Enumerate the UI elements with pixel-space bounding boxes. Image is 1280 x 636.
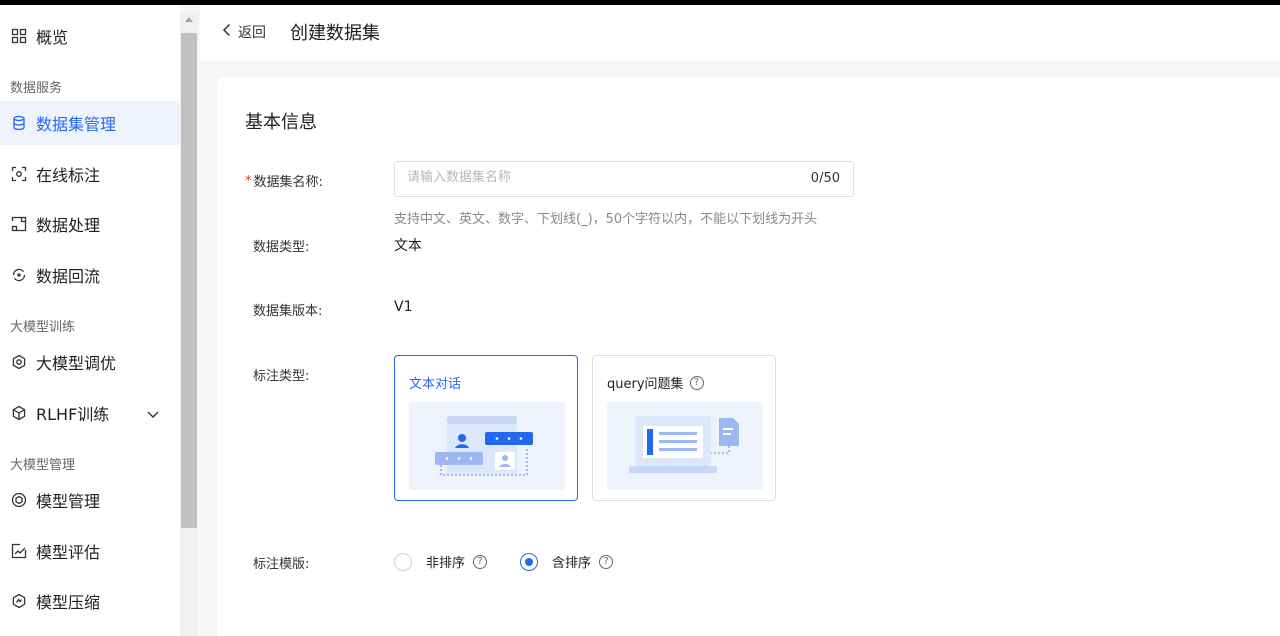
compress-icon <box>10 592 28 610</box>
dataset-name-label: * 数据集名称: <box>245 171 323 190</box>
dataset-name-hint: 支持中文、英文、数字、下划线(_)，50个字符以内，不能以下划线为开头 <box>394 212 818 227</box>
query-illustration <box>607 402 763 490</box>
sidebar-item-data-reflow[interactable]: 数据回流 <box>0 253 180 297</box>
section-llm-training: 大模型训练 <box>10 320 76 335</box>
sidebar: 概览 数据服务 数据集管理 在线标注 数据处理 数据回流 大模型训练 大模型调优 <box>0 5 180 636</box>
help-icon[interactable]: ? <box>599 554 614 569</box>
dialogue-illustration <box>409 402 565 490</box>
sidebar-item-dataset-management[interactable]: 数据集管理 <box>0 101 180 145</box>
option-label: query问题集 <box>607 377 684 392</box>
help-icon[interactable]: ? <box>689 375 704 390</box>
sidebar-item-label: 数据集管理 <box>36 115 117 134</box>
radio-unsorted[interactable] <box>394 552 412 571</box>
scan-icon <box>10 165 28 183</box>
model-icon <box>10 491 28 509</box>
radio-sorted[interactable] <box>520 552 538 571</box>
database-icon <box>10 114 28 132</box>
template-option-unsorted[interactable]: 非排序 ? <box>394 552 488 571</box>
chevron-down-icon[interactable] <box>146 406 160 425</box>
page-title: 创建数据集 <box>290 23 380 44</box>
back-button[interactable]: 返回 <box>222 22 266 42</box>
sidebar-item-label: RLHF训练 <box>36 405 110 424</box>
data-type-value: 文本 <box>394 238 422 254</box>
scroll-up-arrow-icon[interactable] <box>185 17 193 22</box>
section-llm-management: 大模型管理 <box>10 458 76 473</box>
dataset-name-label-text: 数据集名称: <box>253 175 323 190</box>
annotation-option-query-set[interactable]: query问题集 ? <box>592 355 776 501</box>
sidebar-item-overview[interactable]: 概览 <box>0 14 180 58</box>
char-count: 0/50 <box>810 171 840 186</box>
option-title: query问题集 ? <box>607 373 704 392</box>
radio-label: 非排序 <box>426 556 466 571</box>
grid-icon <box>10 27 28 45</box>
section-data-service: 数据服务 <box>10 81 63 96</box>
chart-icon <box>10 542 28 560</box>
sidebar-item-rlhf[interactable]: RLHF训练 <box>0 391 180 435</box>
sidebar-item-label: 数据处理 <box>36 216 101 235</box>
chevron-left-icon <box>222 23 232 41</box>
sidebar-item-model-compression[interactable]: 模型压缩 <box>0 579 180 623</box>
option-title: 文本对话 <box>409 373 461 392</box>
sidebar-item-label: 模型评估 <box>36 543 101 562</box>
cube-icon <box>10 404 28 422</box>
radio-label: 含排序 <box>552 556 592 571</box>
sidebar-item-label: 大模型调优 <box>36 354 117 373</box>
section-title: 基本信息 <box>245 112 317 133</box>
sidebar-item-data-processing[interactable]: 数据处理 <box>0 202 180 246</box>
dataset-version-value: V1 <box>394 299 413 315</box>
annotation-type-label: 标注类型: <box>253 369 310 384</box>
template-option-sorted[interactable]: 含排序 ? <box>520 552 614 571</box>
dataset-version-label: 数据集版本: <box>253 304 323 319</box>
tuning-icon <box>10 353 28 371</box>
data-type-label: 数据类型: <box>253 240 310 255</box>
help-icon[interactable]: ? <box>473 554 488 569</box>
refresh-icon <box>10 266 28 284</box>
process-icon <box>10 215 28 233</box>
annotation-template-label: 标注模版: <box>253 557 310 572</box>
sidebar-item-model-evaluation[interactable]: 模型评估 <box>0 529 180 573</box>
dataset-name-input[interactable] <box>407 170 787 185</box>
sidebar-item-label: 数据回流 <box>36 267 101 286</box>
sidebar-item-label: 模型压缩 <box>36 593 101 612</box>
sidebar-item-label: 概览 <box>36 28 69 47</box>
sidebar-item-label: 模型管理 <box>36 492 101 511</box>
scrollbar-thumb[interactable] <box>181 33 197 528</box>
sidebar-item-model-management[interactable]: 模型管理 <box>0 478 180 522</box>
back-label: 返回 <box>238 25 266 41</box>
dataset-name-field[interactable]: 0/50 <box>394 161 854 197</box>
sidebar-item-llm-tuning[interactable]: 大模型调优 <box>0 340 180 384</box>
sidebar-item-label: 在线标注 <box>36 166 101 185</box>
required-mark: * <box>245 174 252 189</box>
sidebar-item-online-annotation[interactable]: 在线标注 <box>0 152 180 196</box>
option-label: 文本对话 <box>409 377 462 392</box>
annotation-option-text-dialogue[interactable]: 文本对话 <box>394 355 578 501</box>
